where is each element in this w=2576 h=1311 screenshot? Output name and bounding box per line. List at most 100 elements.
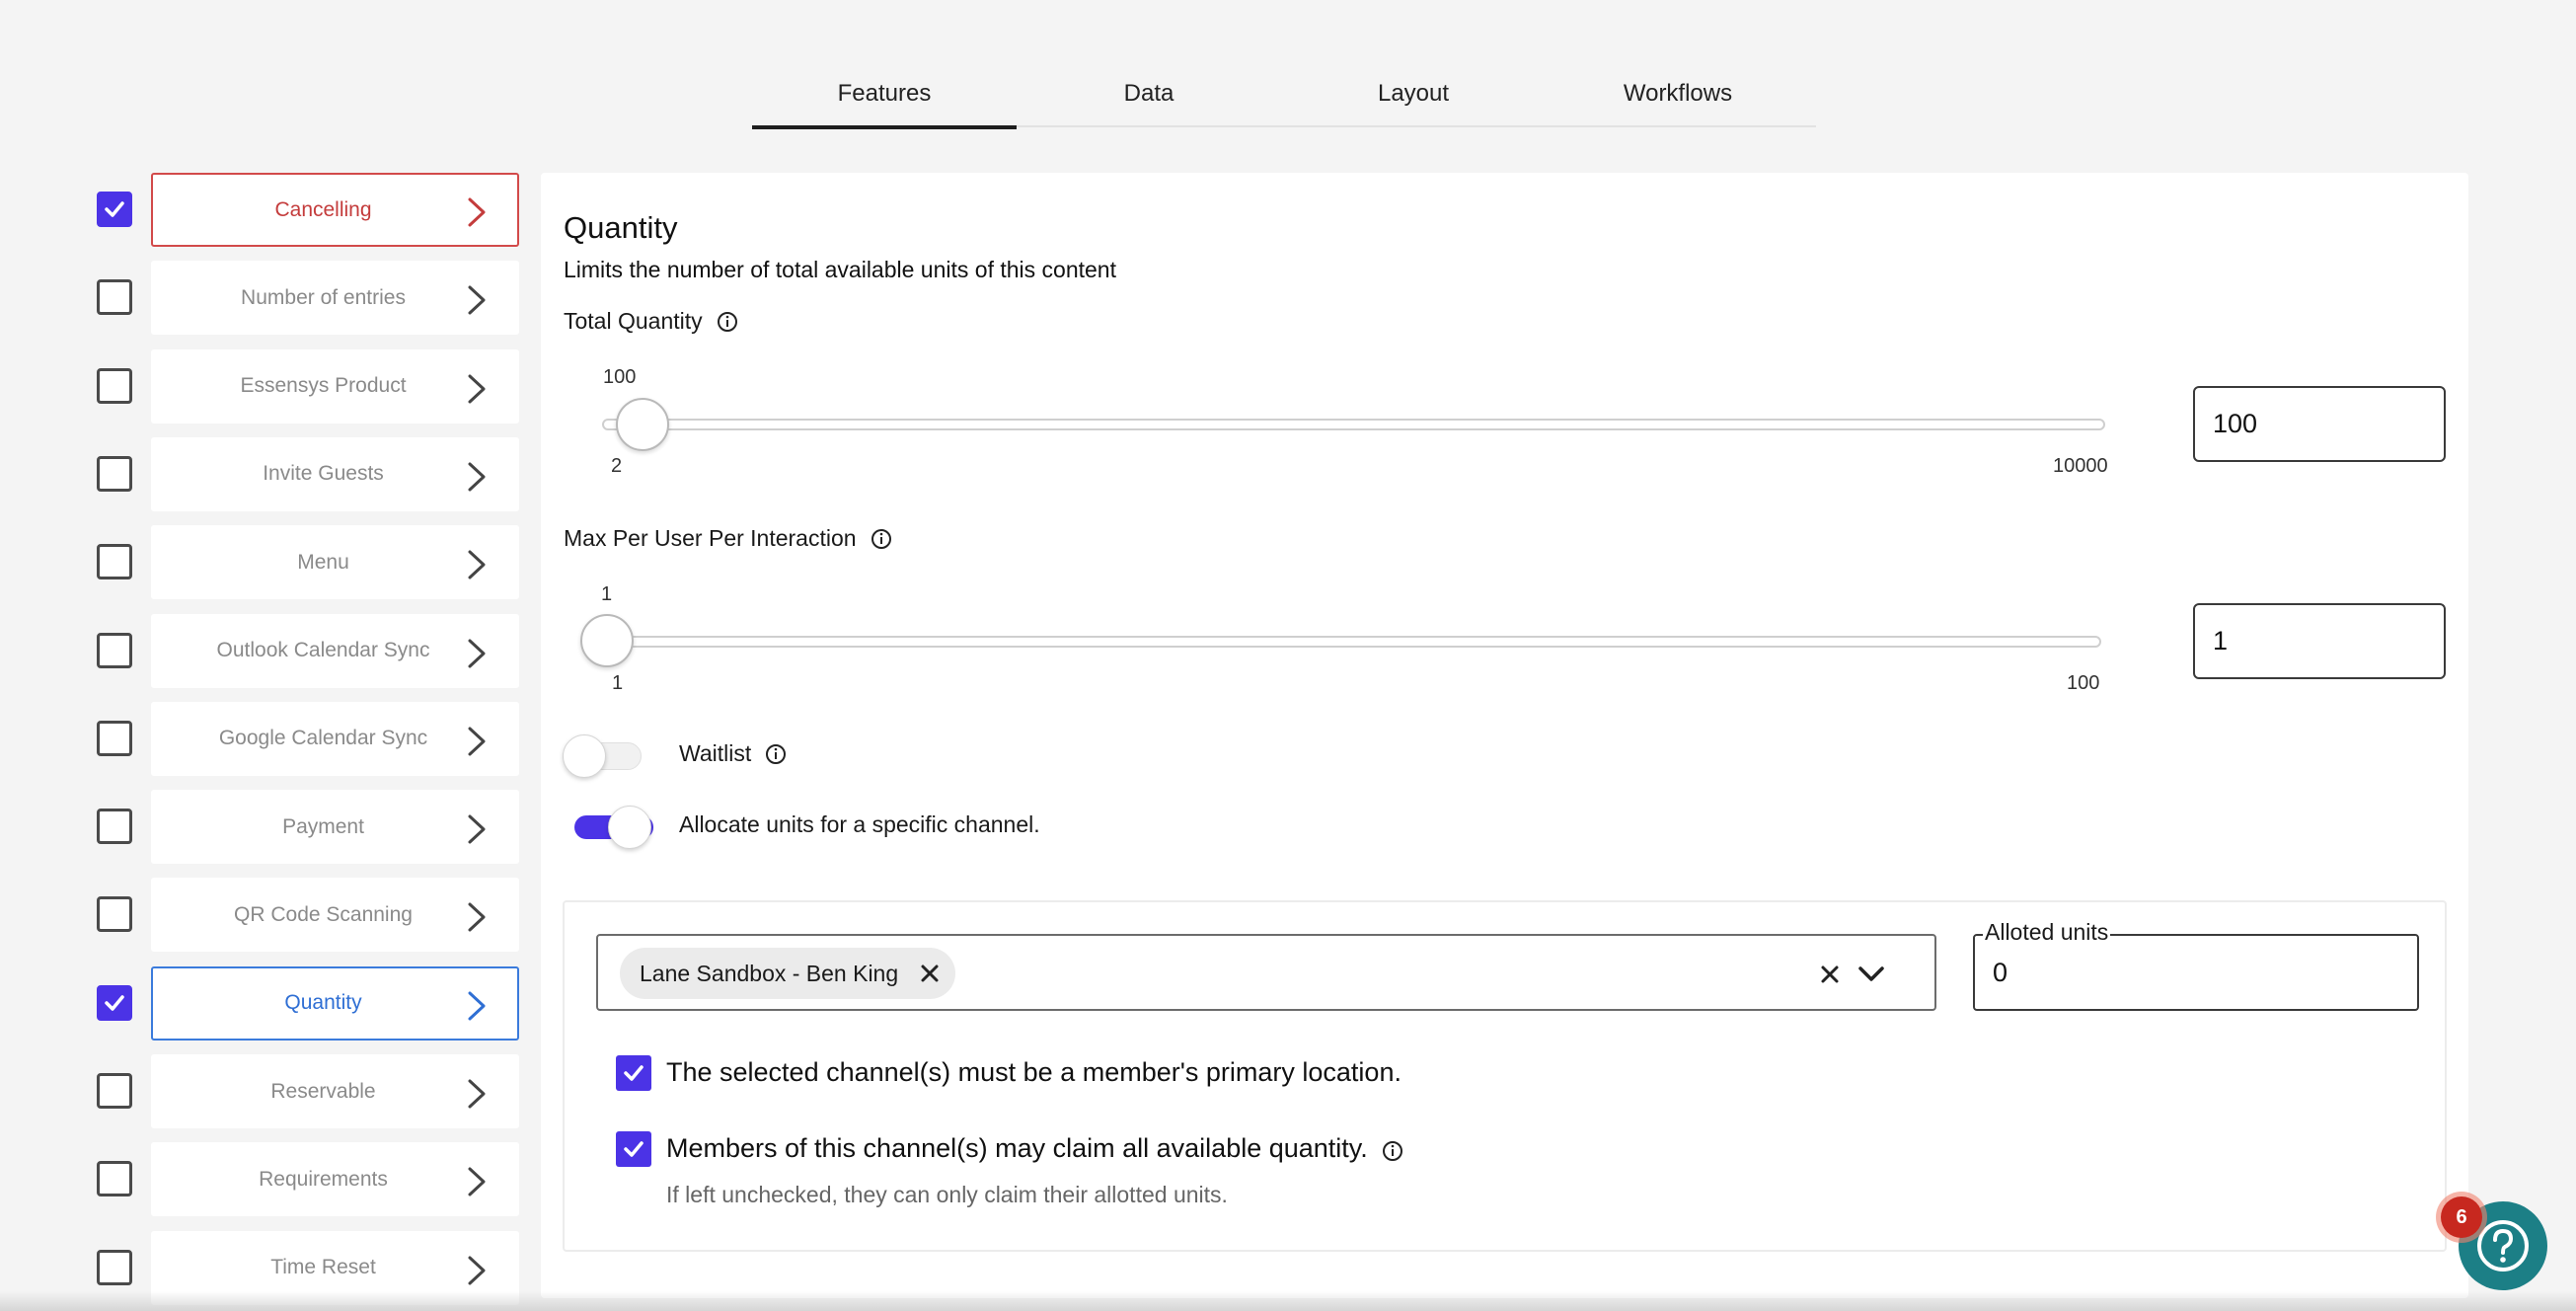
- max-per-user-max: 100: [2067, 672, 2100, 694]
- feature-checkbox[interactable]: [97, 1161, 132, 1197]
- feature-checkbox[interactable]: [97, 279, 132, 316]
- chevron-right-icon: [466, 901, 488, 933]
- info-icon[interactable]: [765, 743, 787, 765]
- tab-data[interactable]: Data: [1017, 59, 1281, 127]
- tab-label: Data: [1123, 79, 1174, 107]
- feature-checkbox[interactable]: [97, 896, 132, 933]
- feature-button[interactable]: Outlook Calendar Sync: [151, 613, 519, 688]
- feature-checkbox[interactable]: [97, 1249, 132, 1285]
- waitlist-toggle-knob[interactable]: [563, 734, 606, 778]
- feature-checkbox[interactable]: [97, 455, 132, 492]
- alloted-units-legend: Alloted units: [1983, 919, 2111, 946]
- feature-button[interactable]: Cancelling: [151, 173, 519, 247]
- feature-label: Cancelling: [274, 197, 372, 221]
- feature-settings-panel: Quantity Limits the number of total avai…: [541, 173, 2468, 1298]
- remove-chip-icon[interactable]: [918, 962, 942, 985]
- chevron-right-icon: [466, 1166, 488, 1197]
- info-icon[interactable]: [717, 311, 738, 333]
- feature-label: Number of entries: [241, 285, 406, 309]
- feature-checkbox[interactable]: [97, 632, 132, 668]
- chevron-right-icon: [466, 196, 488, 228]
- feature-label: Time Reset: [270, 1256, 376, 1279]
- sidebar-item-quantity: Quantity: [0, 965, 533, 1041]
- total-quantity-current-value: 100: [603, 366, 637, 388]
- feature-button[interactable]: Google Calendar Sync: [151, 701, 519, 776]
- total-quantity-label-row: Total Quantity: [564, 308, 738, 335]
- sidebar-item-number-of-entries: Number of entries: [0, 261, 533, 336]
- chevron-right-icon: [466, 284, 488, 316]
- total-quantity-max: 10000: [2053, 455, 2108, 477]
- claim-all-hint: If left unchecked, they can only claim t…: [666, 1182, 1228, 1207]
- total-quantity-input[interactable]: 100: [2193, 386, 2446, 462]
- feature-button[interactable]: Payment: [151, 790, 519, 865]
- feature-button[interactable]: Reservable: [151, 1054, 519, 1128]
- feature-checkbox[interactable]: [97, 544, 132, 580]
- max-per-user-slider-track[interactable]: [589, 636, 2101, 648]
- total-quantity-label: Total Quantity: [564, 308, 703, 334]
- feature-button[interactable]: Requirements: [151, 1142, 519, 1217]
- waitlist-label: Waitlist: [679, 740, 752, 766]
- tab-label: Layout: [1377, 79, 1450, 107]
- chevron-down-icon[interactable]: [1856, 961, 1886, 986]
- feature-label: Google Calendar Sync: [218, 727, 428, 750]
- feature-button[interactable]: Invite Guests: [151, 436, 519, 511]
- tab-features[interactable]: Features: [752, 59, 1017, 129]
- max-per-user-input[interactable]: 1: [2193, 603, 2446, 679]
- clear-selection-icon[interactable]: [1818, 963, 1842, 986]
- sidebar-item-menu: Menu: [0, 525, 533, 600]
- tab-workflows[interactable]: Workflows: [1546, 59, 1810, 127]
- feature-label: Invite Guests: [263, 462, 384, 486]
- feature-button[interactable]: Quantity: [151, 965, 519, 1041]
- total-quantity-slider-thumb[interactable]: [616, 398, 670, 451]
- claim-all-checkbox[interactable]: [616, 1131, 651, 1167]
- allocate-label: Allocate units for a specific channel.: [679, 811, 1040, 837]
- channel-chip: Lane Sandbox - Ben King: [620, 948, 956, 999]
- chevron-right-icon: [466, 373, 488, 405]
- max-per-user-current-value: 1: [601, 583, 613, 605]
- info-icon[interactable]: [1382, 1138, 1403, 1161]
- sidebar-item-outlook-calendar-sync: Outlook Calendar Sync: [0, 613, 533, 688]
- info-icon[interactable]: [871, 528, 892, 550]
- feature-checkbox[interactable]: [97, 1073, 132, 1109]
- feature-checkbox[interactable]: [97, 367, 132, 404]
- max-per-user-min: 1: [612, 672, 624, 694]
- sidebar-item-invite-guests: Invite Guests: [0, 436, 533, 511]
- feature-label: Quantity: [284, 991, 362, 1015]
- primary-location-label: The selected channel(s) must be a member…: [666, 1057, 1402, 1087]
- feature-button[interactable]: Number of entries: [151, 261, 519, 336]
- feature-label: Requirements: [259, 1167, 388, 1191]
- channel-select[interactable]: Lane Sandbox - Ben King: [596, 934, 1936, 1011]
- allocate-toggle-knob[interactable]: [608, 806, 651, 849]
- chevron-right-icon: [466, 638, 488, 669]
- allocate-row: Allocate units for a specific channel.: [679, 811, 1040, 838]
- feature-label: Reservable: [270, 1079, 376, 1103]
- alloted-units-field[interactable]: Alloted units 0: [1973, 919, 2419, 1011]
- waitlist-row: Waitlist: [679, 740, 787, 767]
- feature-button[interactable]: Essensys Product: [151, 348, 519, 424]
- total-quantity-min: 2: [611, 455, 623, 477]
- channel-chip-label: Lane Sandbox - Ben King: [640, 960, 899, 986]
- claim-all-row: Members of this channel(s) may claim all…: [666, 1133, 1403, 1164]
- feature-checkbox[interactable]: [97, 720, 132, 756]
- primary-location-checkbox[interactable]: [616, 1055, 651, 1091]
- question-icon: [2477, 1220, 2529, 1272]
- tab-layout[interactable]: Layout: [1281, 59, 1546, 127]
- sidebar-item-google-calendar-sync: Google Calendar Sync: [0, 701, 533, 776]
- sidebar-item-cancelling: Cancelling: [0, 173, 533, 247]
- feature-checkbox[interactable]: [97, 984, 132, 1021]
- feature-label: QR Code Scanning: [234, 902, 413, 926]
- max-per-user-slider-thumb[interactable]: [580, 614, 634, 667]
- feature-label: Essensys Product: [240, 374, 407, 398]
- chevron-right-icon: [466, 461, 488, 493]
- feature-button[interactable]: QR Code Scanning: [151, 878, 519, 953]
- feature-checkbox[interactable]: [97, 192, 132, 227]
- alloted-units-value: 0: [1993, 958, 2008, 987]
- total-quantity-slider-track[interactable]: [602, 419, 2105, 430]
- primary-location-row: The selected channel(s) must be a member…: [666, 1057, 1402, 1088]
- sidebar-item-requirements: Requirements: [0, 1142, 533, 1217]
- feature-button[interactable]: Menu: [151, 525, 519, 600]
- section-title: Quantity: [564, 210, 678, 245]
- channel-allocation-box: Lane Sandbox - Ben King Alloted units 0 …: [563, 900, 2447, 1252]
- chevron-right-icon: [466, 549, 488, 580]
- feature-checkbox[interactable]: [97, 809, 132, 845]
